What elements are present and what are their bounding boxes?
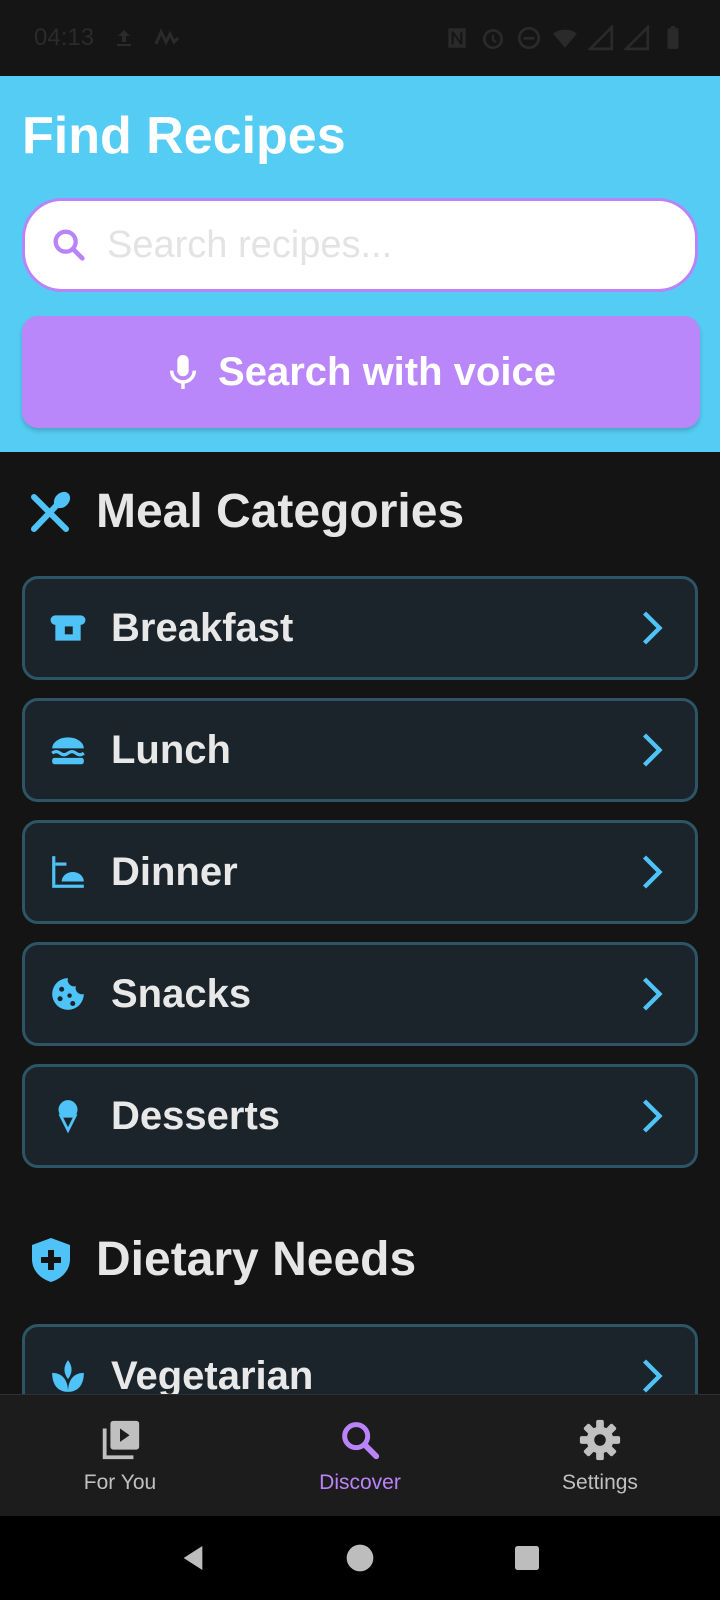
- shield-plus-icon: [32, 1237, 70, 1282]
- status-bar: 04:13: [0, 0, 720, 76]
- signal-icon: [588, 25, 614, 51]
- dnd-icon: [517, 26, 541, 50]
- nav-for-you[interactable]: For You: [0, 1395, 240, 1516]
- category-card-lunch[interactable]: Lunch: [22, 698, 698, 802]
- system-navigation-bar: [0, 1516, 720, 1600]
- home-icon[interactable]: [344, 1542, 376, 1574]
- category-card-dinner[interactable]: Dinner: [22, 820, 698, 924]
- nav-label-for-you: For You: [83, 1470, 157, 1494]
- nfc-icon: [448, 28, 466, 48]
- cookie-icon: [52, 978, 84, 1010]
- nav-settings[interactable]: Settings: [480, 1395, 720, 1516]
- upload-icon: [117, 30, 132, 46]
- status-time: 04:13: [34, 24, 95, 51]
- bread-icon: [50, 615, 86, 641]
- category-label-snacks: Snacks: [111, 971, 252, 1016]
- header: Find Recipes Search with voice: [0, 76, 720, 452]
- category-card-snacks[interactable]: Snacks: [22, 942, 698, 1046]
- category-label-breakfast: Breakfast: [111, 605, 294, 650]
- nav-label-discover: Discover: [319, 1470, 401, 1494]
- dinner-icon: [52, 856, 84, 888]
- dietary-needs-title: Dietary Needs: [96, 1233, 417, 1286]
- alarm-icon: [482, 29, 504, 50]
- microphone-icon: [169, 355, 197, 389]
- search-with-voice-button[interactable]: Search with voice: [22, 316, 700, 428]
- bottom-navigation: For You Discover Settings: [0, 1394, 720, 1516]
- video-library-icon: [102, 1420, 140, 1459]
- search-icon: [53, 229, 85, 261]
- category-label-dinner: Dinner: [111, 849, 238, 894]
- recents-icon[interactable]: [511, 1542, 543, 1574]
- category-card-desserts[interactable]: Desserts: [22, 1064, 698, 1168]
- chevron-right-icon: [642, 977, 663, 1011]
- chevron-right-icon: [642, 1359, 663, 1393]
- leaf-icon: [52, 1360, 84, 1392]
- chevron-right-icon: [642, 611, 663, 645]
- search-icon: [342, 1421, 380, 1459]
- signal-icon-2: [624, 25, 650, 51]
- search-input[interactable]: [107, 223, 667, 267]
- burger-icon: [51, 737, 85, 765]
- chevron-right-icon: [642, 1099, 663, 1133]
- search-bar[interactable]: [22, 198, 698, 292]
- meal-categories-title: Meal Categories: [96, 485, 465, 538]
- nav-discover[interactable]: Discover: [240, 1395, 480, 1516]
- category-label-desserts: Desserts: [111, 1093, 281, 1138]
- page-title: Find Recipes: [22, 107, 346, 165]
- dietary-needs-heading: Dietary Needs: [26, 1232, 416, 1287]
- voice-button-label: Search with voice: [218, 349, 556, 394]
- chevron-right-icon: [642, 733, 663, 767]
- battery-icon: [667, 26, 679, 49]
- activity-icon: [154, 28, 180, 46]
- chevron-right-icon: [642, 855, 663, 889]
- nav-label-settings: Settings: [562, 1470, 638, 1494]
- utensils-icon: [31, 491, 71, 532]
- dietary-label-vegetarian: Vegetarian: [111, 1353, 314, 1398]
- category-label-lunch: Lunch: [111, 727, 231, 772]
- meal-categories-heading: Meal Categories: [26, 484, 464, 539]
- wifi-icon: [553, 29, 577, 48]
- gear-icon: [579, 1419, 621, 1460]
- back-icon[interactable]: [177, 1542, 209, 1574]
- category-card-breakfast[interactable]: Breakfast: [22, 576, 698, 680]
- icecream-icon: [58, 1100, 78, 1134]
